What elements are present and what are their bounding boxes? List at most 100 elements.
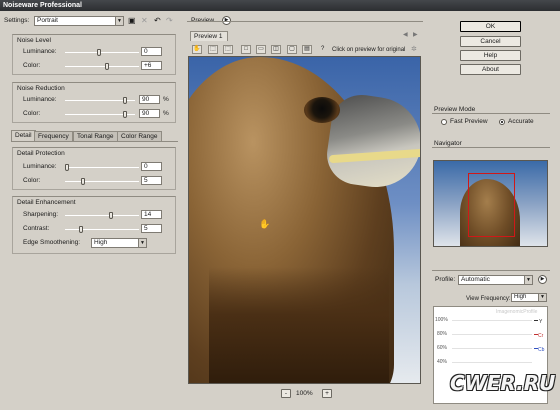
percent-unit: % — [163, 110, 169, 117]
ok-button[interactable]: OK — [460, 21, 521, 32]
view-frequency-select[interactable]: High ▼ — [511, 293, 547, 302]
detail-protection-color-slider[interactable] — [65, 181, 139, 182]
tab-preview-1[interactable]: Preview 1 — [190, 31, 228, 41]
detail-protection-color-input[interactable]: 5 — [141, 176, 162, 185]
y-tick-40: 40% — [437, 359, 448, 365]
sharpening-thumb[interactable] — [109, 212, 113, 219]
new-preview-icon[interactable]: ▢ — [287, 45, 297, 54]
chevron-down-icon[interactable]: ▼ — [115, 17, 123, 25]
sharpening-slider[interactable] — [65, 215, 139, 216]
detail-protection-color-thumb[interactable] — [81, 178, 85, 185]
detail-enhancement-group: Detail Enhancement Sharpening: 14 Contra… — [12, 196, 176, 254]
contrast-slider[interactable] — [65, 229, 139, 230]
chevron-down-icon[interactable]: ▼ — [138, 239, 146, 247]
detail-protection-luminance-thumb[interactable] — [65, 164, 69, 171]
hand-tool-icon[interactable]: ✋ — [192, 45, 202, 54]
fast-preview-label: Fast Preview — [450, 118, 488, 125]
detail-protection-title: Detail Protection — [17, 150, 65, 157]
tab-color-range[interactable]: Color Range — [117, 131, 162, 141]
detail-protection-luminance-input[interactable]: 0 — [141, 162, 162, 171]
zoom-in-button[interactable]: + — [322, 389, 332, 398]
grid-line — [452, 320, 532, 321]
preview-divider — [187, 21, 423, 22]
view-split-horizontal-icon[interactable]: ▭ — [256, 45, 266, 54]
contrast-input[interactable]: 5 — [141, 224, 162, 233]
zoom-out-button[interactable]: - — [281, 389, 291, 398]
accurate-label: Accurate — [508, 118, 534, 125]
noise-level-luminance-input[interactable]: 0 — [141, 47, 162, 56]
view-split-vertical-icon[interactable]: ◫ — [271, 45, 281, 54]
settings-gear-icon[interactable]: ✲ — [411, 45, 417, 53]
chevron-right-icon[interactable]: ▶ — [413, 31, 418, 38]
noise-reduction-luminance-input[interactable]: 90 — [139, 95, 160, 104]
noise-reduction-group: Noise Reduction Luminance: 90 % Color: 9… — [12, 82, 176, 123]
settings-select[interactable]: Portrait ▼ — [34, 16, 124, 26]
detail-protection-color-label: Color: — [23, 177, 41, 184]
y-tick-60: 60% — [437, 345, 448, 351]
sharpening-input[interactable]: 14 — [141, 210, 162, 219]
detail-protection-luminance-label: Luminance: — [23, 163, 57, 170]
noise-level-group: Noise Level Luminance: 0 Color: +6 — [12, 34, 176, 75]
profile-select[interactable]: Automatic ▼ — [458, 275, 533, 285]
noise-level-color-slider[interactable] — [65, 66, 139, 67]
channel-cr-label: Cr — [538, 333, 544, 339]
edge-smoothening-select[interactable]: High ▼ — [91, 238, 147, 248]
help-button[interactable]: Help — [460, 50, 521, 61]
noise-reduction-color-input[interactable]: 90 — [139, 109, 160, 118]
noise-level-color-thumb[interactable] — [105, 63, 109, 70]
profile-label: Profile: — [435, 276, 456, 283]
tab-detail[interactable]: Detail — [11, 130, 36, 141]
zoom-level: 100% — [296, 390, 313, 397]
window-title: Noiseware Professional — [0, 0, 560, 11]
chevron-down-icon[interactable]: ▼ — [524, 276, 532, 284]
tab-tonal-range[interactable]: Tonal Range — [73, 131, 118, 141]
eagle-eye — [304, 97, 340, 123]
help-icon[interactable]: ? — [321, 46, 324, 52]
redo-icon[interactable]: ↷ — [166, 16, 173, 25]
navigator-thumbnail[interactable] — [433, 160, 548, 247]
noise-level-luminance-label: Luminance: — [23, 48, 57, 55]
fast-preview-radio[interactable] — [441, 119, 447, 125]
profile-divider — [432, 270, 550, 271]
undo-icon[interactable]: ↶ — [154, 16, 161, 25]
chevron-left-icon[interactable]: ◀ — [403, 31, 408, 38]
cancel-button[interactable]: Cancel — [460, 36, 521, 47]
channel-cb-label: Cb — [538, 347, 545, 353]
detail-protection-luminance-slider[interactable] — [65, 167, 139, 168]
save-icon[interactable]: ▣ — [128, 16, 136, 25]
profile-menu-icon[interactable]: ▶ — [538, 275, 547, 284]
noise-level-luminance-slider[interactable] — [65, 52, 139, 53]
noise-level-color-label: Color: — [23, 62, 41, 69]
settings-value: Portrait — [37, 17, 58, 24]
navigator-viewport-frame[interactable] — [468, 173, 515, 237]
settings-label: Settings: — [4, 17, 30, 24]
contrast-thumb[interactable] — [79, 226, 83, 233]
noise-level-color-input[interactable]: +6 — [141, 61, 162, 70]
site-watermark: CWER.RU — [450, 371, 556, 395]
preview-image[interactable]: ✋ — [188, 56, 421, 384]
contrast-label: Contrast: — [23, 225, 50, 232]
noise-reduction-color-thumb[interactable] — [123, 111, 127, 118]
accurate-radio[interactable] — [499, 119, 505, 125]
marquee-tool-icon[interactable]: ⬚ — [208, 45, 218, 54]
detail-enhancement-title: Detail Enhancement — [17, 199, 76, 206]
about-button[interactable]: About — [460, 64, 521, 75]
grid-line — [452, 334, 532, 335]
edge-smoothening-label: Edge Smoothening: — [23, 239, 81, 246]
chevron-down-icon[interactable]: ▼ — [538, 294, 546, 301]
cursor-hand-icon: ✋ — [259, 219, 271, 229]
grid-line — [452, 348, 532, 349]
noise-level-luminance-thumb[interactable] — [97, 49, 101, 56]
tab-frequency[interactable]: Frequency — [34, 131, 73, 141]
view-single-icon[interactable]: □ — [241, 45, 251, 54]
view-frequency-label: View Frequency: — [466, 296, 511, 302]
y-tick-100: 100% — [435, 317, 448, 323]
noise-reduction-luminance-thumb[interactable] — [123, 97, 127, 104]
tab-divider — [11, 141, 178, 142]
delete-icon[interactable]: ✕ — [141, 16, 148, 25]
grid-line — [452, 362, 532, 363]
preview-options-icon[interactable]: ▤ — [302, 45, 312, 54]
channel-y-swatch — [534, 320, 538, 321]
noise-reduction-title: Noise Reduction — [17, 85, 65, 92]
select-tool-icon[interactable]: ⬚ — [223, 45, 233, 54]
